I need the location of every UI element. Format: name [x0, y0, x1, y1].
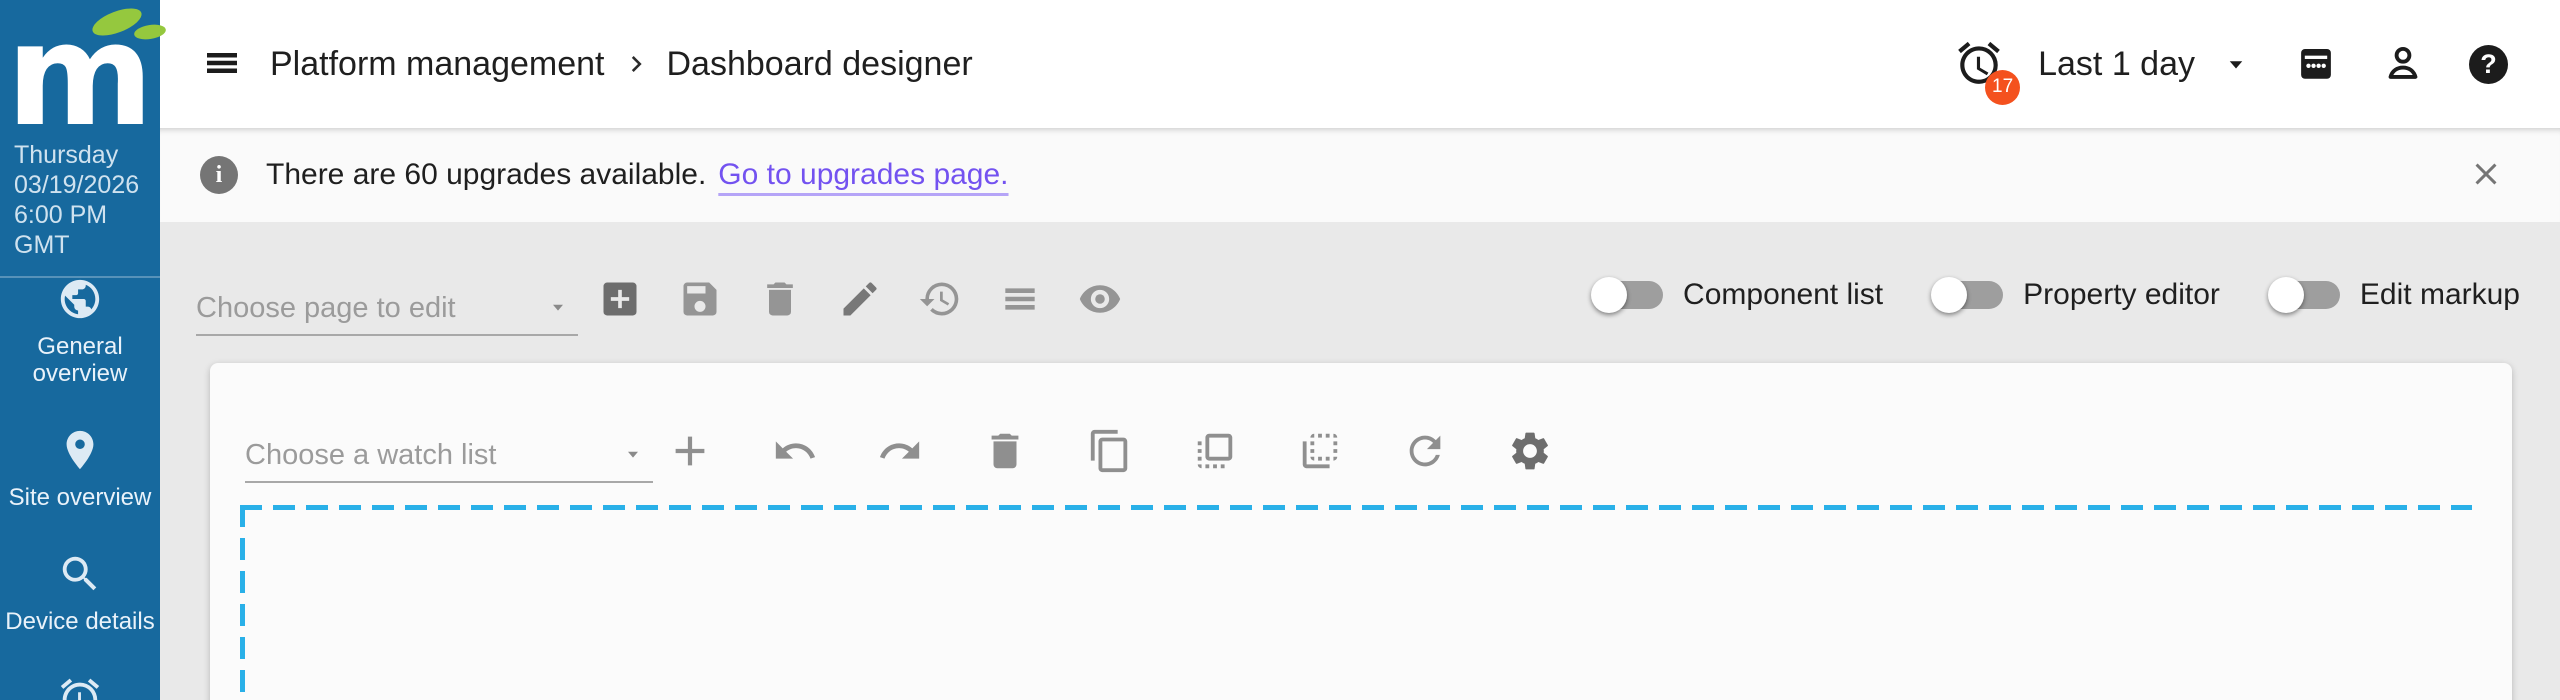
info-icon: i: [200, 156, 238, 194]
pencil-icon: [838, 277, 882, 324]
dashboard-canvas[interactable]: [245, 510, 2467, 700]
property-editor-toggle[interactable]: Property editor: [1931, 277, 2220, 313]
add-page-button[interactable]: [598, 278, 642, 322]
toggle-knob: [1931, 277, 1968, 313]
toggle-track: [1591, 277, 1664, 313]
designer-toolbar-actions: [667, 429, 1553, 475]
page-history-button[interactable]: [918, 278, 962, 322]
save-page-button[interactable]: [678, 278, 722, 322]
canvas-settings-button[interactable]: [1507, 429, 1553, 475]
user-account-button[interactable]: [2381, 41, 2425, 88]
sidebar-item-label: Device details: [5, 608, 155, 635]
page-toolbar: Choose page to edit Component list Proper…: [160, 222, 2560, 363]
flip-back-icon: [1297, 428, 1343, 477]
toggle-track: [1931, 277, 2004, 313]
sidebar-item-active-alarms[interactable]: Active alarms: [0, 663, 160, 700]
chevron-right-icon: [623, 51, 649, 77]
preview-page-button[interactable]: [1078, 278, 1122, 322]
bring-to-front-button[interactable]: [1192, 429, 1238, 475]
edit-markup-toggle[interactable]: Edit markup: [2267, 277, 2520, 313]
caret-down-icon: [546, 295, 570, 324]
toggle-label: Component list: [1683, 278, 1884, 311]
flip-front-icon: [1192, 428, 1238, 477]
eye-icon: [1078, 277, 1122, 324]
watch-list-select-value: Choose a watch list: [245, 439, 497, 471]
active-alarms-button[interactable]: 17: [1954, 38, 2021, 105]
datetime-date: 03/19/2026: [14, 171, 140, 199]
plus-icon: [667, 428, 713, 477]
time-range-select[interactable]: Last 1 day: [2038, 45, 2251, 84]
alarm-count-badge: 17: [1985, 69, 2021, 105]
redo-button[interactable]: [877, 429, 923, 475]
delete-page-button[interactable]: [758, 278, 802, 322]
copy-icon: [1087, 428, 1133, 477]
header-actions: 17 Last 1 day ?: [1954, 38, 2508, 105]
component-list-toggle[interactable]: Component list: [1591, 277, 1884, 313]
edit-page-button[interactable]: [838, 278, 882, 322]
page-list-button[interactable]: [998, 278, 1042, 322]
send-to-back-button[interactable]: [1297, 429, 1343, 475]
time-range-value: Last 1 day: [2038, 44, 2195, 83]
redo-icon: [877, 428, 923, 477]
page-select-value: Choose page to edit: [196, 292, 456, 324]
sidebar-item-device-details[interactable]: Device details: [0, 539, 160, 635]
datetime-time: 6:00 PM: [14, 201, 108, 229]
add-box-icon: [598, 277, 642, 324]
toggle-knob: [2267, 277, 2304, 313]
toggle-label: Property editor: [2023, 278, 2220, 311]
sidebar-item-label: General overview: [32, 333, 128, 387]
breadcrumb-parent[interactable]: Platform management: [270, 45, 605, 84]
trash-icon: [758, 277, 802, 324]
calendar-icon: [2295, 42, 2337, 87]
caret-down-icon: [621, 442, 645, 471]
help-button[interactable]: ?: [2469, 44, 2508, 84]
undo-button[interactable]: [772, 429, 818, 475]
refresh-icon: [1402, 428, 1448, 477]
breadcrumb-current: Dashboard designer: [666, 44, 973, 83]
alarm-icon: [0, 675, 160, 700]
caret-down-icon: [2221, 49, 2251, 79]
breadcrumb: Platform management Dashboard designer: [270, 45, 973, 84]
delete-component-button[interactable]: [982, 429, 1028, 475]
user-icon: [2381, 41, 2425, 88]
app-logo[interactable]: m: [0, 0, 166, 158]
menu-button[interactable]: [202, 43, 242, 86]
trash-icon: [982, 428, 1028, 477]
save-icon: [678, 277, 722, 324]
gear-icon: [1507, 428, 1553, 477]
history-icon: [918, 277, 962, 324]
sidebar-item-site-overview[interactable]: Site overview: [0, 415, 160, 511]
toggle-label: Edit markup: [2359, 278, 2520, 311]
view-toggles: Component list Property editor Edit markup: [1591, 277, 2520, 313]
list-icon: [998, 277, 1042, 324]
page-select[interactable]: Choose page to edit: [196, 278, 578, 336]
page-toolbar-actions: [598, 278, 1122, 322]
search-icon: [0, 551, 160, 602]
sidebar-item-general-overview[interactable]: General overview: [0, 264, 160, 387]
sidebar-item-label: Site overview: [8, 484, 152, 511]
banner-message: There are 60 upgrades available.: [266, 158, 707, 191]
designer-card: Choose a watch list: [210, 363, 2512, 700]
globe-icon: [0, 276, 160, 327]
add-component-button[interactable]: [667, 429, 713, 475]
calendar-button[interactable]: [2295, 42, 2337, 87]
undo-icon: [772, 428, 818, 477]
banner-close-button[interactable]: [2468, 156, 2504, 195]
upgrade-banner: i There are 60 upgrades available. Go to…: [160, 128, 2560, 222]
refresh-canvas-button[interactable]: [1402, 429, 1448, 475]
top-header: Platform management Dashboard designer 1…: [160, 0, 2560, 128]
close-icon: [2468, 156, 2504, 195]
watch-list-select[interactable]: Choose a watch list: [245, 425, 653, 483]
sidebar: m Thursday 03/19/2026 6:00 PM GMT Genera…: [0, 0, 166, 700]
sidebar-nav: General overview Site overview Device deta…: [0, 264, 160, 700]
datetime-timezone: GMT: [14, 231, 70, 259]
pin-icon: [0, 427, 160, 478]
upgrades-page-link[interactable]: Go to upgrades page.: [718, 158, 1008, 192]
help-icon: ?: [2469, 44, 2508, 84]
toggle-track: [2267, 277, 2340, 313]
copy-component-button[interactable]: [1087, 429, 1133, 475]
toggle-knob: [1591, 277, 1628, 313]
menu-icon: [202, 43, 242, 86]
